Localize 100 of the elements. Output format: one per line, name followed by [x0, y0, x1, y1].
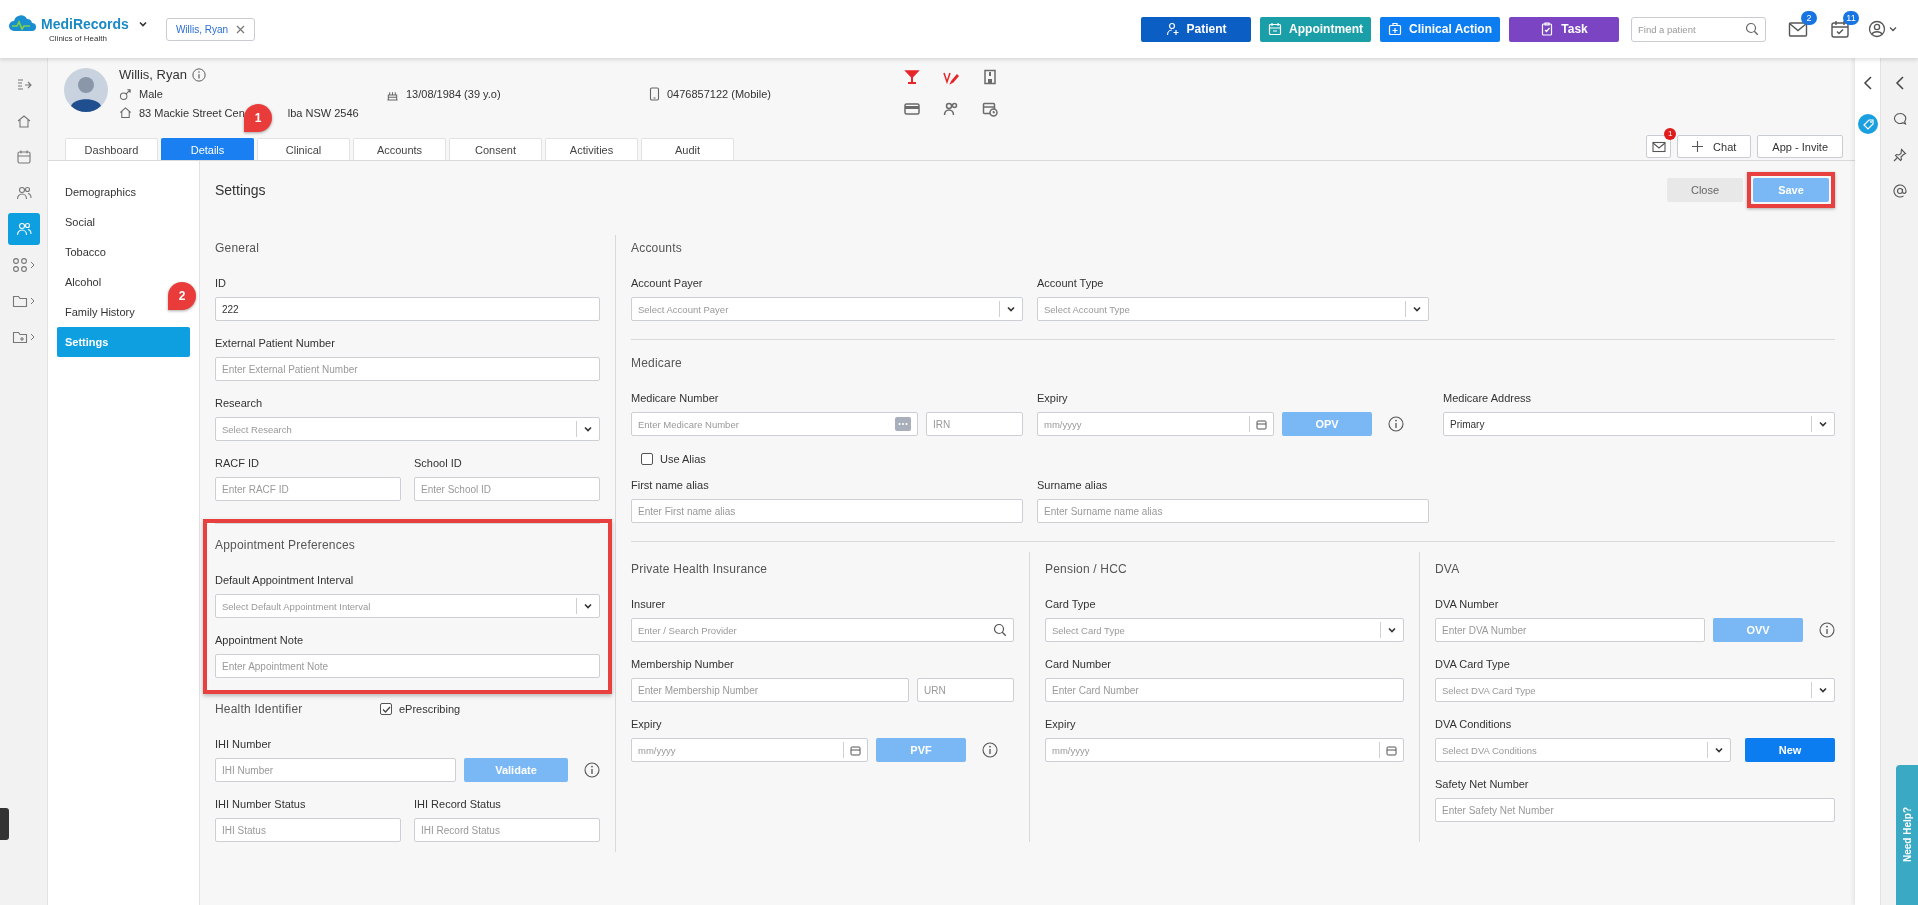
action-button[interactable]: Clinical Action — [1380, 16, 1500, 42]
dropdown[interactable]: Select Card Type — [1045, 618, 1404, 642]
tab[interactable]: Clinical — [257, 138, 350, 160]
nav-item[interactable]: Alcohol — [57, 267, 110, 297]
text-field[interactable]: 222 — [215, 297, 600, 321]
calendar-icon[interactable] — [850, 744, 861, 756]
nav-item[interactable]: Demographics — [57, 177, 144, 207]
tab[interactable]: Dashboard — [65, 138, 158, 160]
dropdown[interactable]: Select DVA Card Type — [1435, 678, 1835, 702]
search-icon[interactable] — [1745, 22, 1759, 36]
chevron-left-icon[interactable] — [1894, 76, 1905, 90]
text-field[interactable]: Enter First name alias — [631, 499, 1023, 523]
text-field[interactable]: IHI Number — [215, 758, 456, 782]
action-button[interactable]: Patient — [1141, 16, 1252, 42]
search-icon[interactable] — [993, 623, 1007, 637]
calendar-clock-icon[interactable] — [981, 101, 998, 117]
info-icon[interactable] — [982, 742, 998, 758]
card-icon[interactable] — [903, 101, 920, 117]
message-button[interactable] — [1646, 135, 1672, 158]
text-field[interactable]: Enter Surname name alias — [1037, 499, 1429, 523]
dropdown[interactable]: Select Account Type — [1037, 297, 1429, 321]
text-field[interactable]: Enter Membership Number — [631, 678, 909, 702]
tag-icon[interactable] — [1857, 114, 1878, 134]
dropdown[interactable]: Select DVA Conditions — [1435, 738, 1731, 762]
text-field[interactable]: Enter Card Number — [1045, 678, 1404, 702]
user-icon[interactable] — [1868, 20, 1898, 38]
folder-add-icon[interactable] — [12, 329, 28, 345]
folder-icon[interactable] — [12, 293, 28, 309]
save-button[interactable]: Save — [1753, 178, 1829, 202]
chevron-left-icon[interactable] — [1862, 76, 1873, 90]
apps-icon[interactable] — [12, 257, 28, 273]
text-field[interactable]: Enter RACF ID — [215, 477, 401, 501]
calendar-icon[interactable] — [1256, 418, 1267, 430]
text-field[interactable]: IHI Status — [215, 818, 401, 842]
checkbox[interactable] — [641, 453, 653, 465]
text-field[interactable]: IRN — [926, 412, 1023, 436]
home-icon[interactable] — [15, 113, 32, 129]
building-icon[interactable] — [981, 69, 998, 85]
side-handle[interactable] — [0, 808, 9, 840]
search-field[interactable]: Find a patient — [1631, 16, 1766, 42]
validate-button[interactable]: Validate — [464, 758, 568, 782]
text-field[interactable]: IHI Record Status — [414, 818, 600, 842]
date-field[interactable]: mm/yyyy — [631, 738, 868, 762]
patient-gender: Male — [139, 88, 163, 100]
info-icon[interactable] — [191, 67, 206, 82]
nav-item[interactable]: Settings — [57, 327, 190, 357]
close-icon[interactable] — [236, 24, 246, 34]
tab[interactable]: Consent — [449, 138, 542, 160]
text-field[interactable]: Enter Appointment Note — [215, 654, 600, 678]
action-button[interactable]: Appointment — [1260, 16, 1372, 42]
chevron-right-icon[interactable] — [30, 297, 35, 305]
pvf-button[interactable]: PVF — [876, 738, 966, 762]
checkbox[interactable] — [380, 703, 392, 715]
text-field[interactable]: Enter External Patient Number — [215, 357, 600, 381]
info-icon[interactable] — [1388, 416, 1404, 432]
tab[interactable]: Activities — [545, 138, 638, 160]
tab[interactable]: Audit — [641, 138, 734, 160]
collapse-icon[interactable] — [15, 77, 32, 93]
dropdown[interactable]: Select Default Appointment Interval — [215, 594, 600, 618]
invite-button[interactable]: App - Invite — [1757, 135, 1843, 158]
date-field[interactable]: mm/yyyy — [1037, 412, 1274, 436]
opv-button[interactable]: OPV — [1282, 412, 1372, 436]
chevron-right-icon[interactable] — [30, 333, 35, 341]
info-icon[interactable] — [584, 762, 600, 778]
pin-icon[interactable] — [1892, 148, 1907, 162]
plus-icon — [1692, 141, 1704, 152]
nav-item[interactable]: Social — [57, 207, 103, 237]
people-icon[interactable] — [15, 221, 32, 237]
text-field[interactable]: Enter Safety Net Number — [1435, 798, 1835, 822]
action-button[interactable]: Task — [1509, 16, 1619, 42]
mail-icon[interactable] — [1788, 20, 1808, 38]
info-icon[interactable] — [1819, 622, 1835, 638]
calendar-check-icon[interactable] — [1830, 20, 1850, 38]
search-field[interactable]: Enter / Search Provider — [631, 618, 1014, 642]
date-field[interactable]: mm/yyyy — [1045, 738, 1404, 762]
text-field[interactable]: Enter DVA Number — [1435, 618, 1705, 642]
cocktail-icon[interactable] — [903, 69, 920, 85]
chevron-right-icon[interactable] — [30, 261, 35, 269]
people-icon[interactable] — [942, 101, 959, 117]
dropdown[interactable]: Select Research — [215, 417, 600, 441]
nav-item[interactable]: Family History — [57, 297, 143, 327]
calendar-icon[interactable] — [1386, 744, 1397, 756]
text-field[interactable]: Enter School ID — [414, 477, 600, 501]
chat-icon[interactable] — [1892, 112, 1907, 126]
dropdown[interactable]: Select Account Payer — [631, 297, 1023, 321]
at-icon[interactable] — [1892, 184, 1907, 198]
new-button[interactable]: New — [1745, 738, 1835, 762]
calendar-icon[interactable] — [15, 149, 32, 165]
nav-item[interactable]: Tobacco — [57, 237, 114, 267]
text-field[interactable]: URN — [917, 678, 1014, 702]
dropdown[interactable]: Primary — [1443, 412, 1835, 436]
number-field[interactable]: Enter Medicare Number — [631, 412, 918, 436]
tab[interactable]: Accounts — [353, 138, 446, 160]
help-tab[interactable]: Need Help? — [1896, 765, 1918, 905]
chat-button[interactable]: Chat — [1677, 135, 1752, 158]
patient-tab[interactable]: Willis, Ryan — [165, 17, 256, 41]
ovv-button[interactable]: OVV — [1713, 618, 1803, 642]
close-button[interactable]: Close — [1667, 178, 1743, 202]
tab[interactable]: Details — [161, 138, 254, 160]
people-icon[interactable] — [15, 185, 32, 201]
